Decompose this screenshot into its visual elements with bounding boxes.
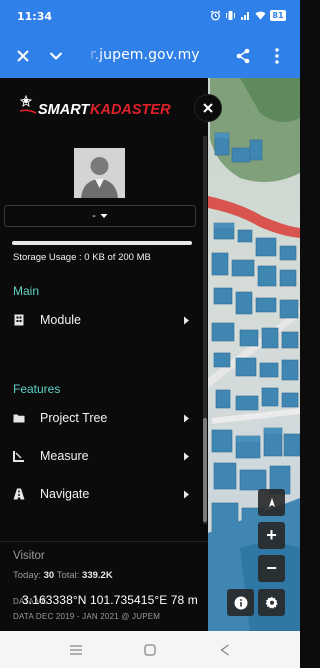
storage-usage-text: Storage Usage : 0 KB of 200 MB — [13, 252, 151, 263]
alarm-icon — [210, 10, 221, 21]
menu-item-label: Project Tree — [40, 411, 108, 425]
caret-down-icon — [100, 214, 108, 218]
more-menu-button[interactable] — [262, 41, 292, 71]
measure-icon — [13, 450, 25, 462]
signal-icon — [240, 10, 251, 21]
back-icon — [220, 644, 229, 656]
recent-apps-icon — [70, 645, 82, 655]
info-button[interactable] — [227, 589, 254, 616]
info-icon — [234, 596, 247, 609]
battery-icon: 81 — [270, 10, 286, 21]
wifi-icon — [255, 10, 266, 21]
settings-button[interactable] — [258, 589, 285, 616]
compass-button[interactable] — [258, 489, 285, 516]
url-fade — [86, 44, 102, 68]
status-icons: 81 — [210, 10, 286, 21]
user-dropdown-value: - — [92, 210, 96, 222]
compass-icon — [268, 497, 275, 507]
url-text[interactable]: r.jupem.gov.my — [90, 47, 200, 63]
storage-usage-bar — [12, 241, 192, 245]
browser-toolbar: r.jupem.gov.my — [0, 34, 300, 78]
section-title-features: Features — [13, 382, 61, 396]
close-icon — [203, 103, 213, 113]
share-button[interactable] — [228, 41, 258, 71]
status-time: 11:34 — [17, 10, 53, 23]
close-icon — [17, 50, 29, 62]
chevron-right-icon — [184, 490, 189, 498]
user-dropdown[interactable]: - — [4, 205, 196, 227]
navigate-icon — [13, 488, 25, 500]
visitor-total-label: Total: — [56, 570, 80, 581]
folder-icon — [13, 412, 25, 424]
share-icon — [236, 48, 250, 64]
svg-text:SMART: SMART — [38, 102, 90, 118]
menu-item-module[interactable]: Module — [0, 306, 200, 334]
logo-star-icon — [19, 94, 37, 114]
more-vertical-icon — [275, 48, 279, 64]
module-icon — [13, 314, 25, 326]
menu-item-label: Navigate — [40, 487, 90, 501]
visitor-today-value: 30 — [43, 570, 55, 581]
back-button[interactable] — [216, 641, 234, 659]
zoom-in-button[interactable]: + — [258, 522, 285, 549]
visitor-divider — [0, 541, 208, 542]
settings-icon — [265, 596, 278, 609]
menu-item-navigate[interactable]: Navigate — [0, 480, 200, 508]
side-drawer: SMART KADASTER - Storage Usage : 0 KB of… — [0, 78, 208, 631]
visitor-total-value: 339.2K — [82, 570, 113, 581]
menu-item-measure[interactable]: Measure — [0, 442, 200, 470]
coordinate-readout: 3.163338°N 101.735415°E 78 m — [22, 593, 198, 607]
menu-item-label: Module — [40, 313, 81, 327]
visitor-stats: Today: 30 Total: 339.2K — [13, 570, 113, 581]
visitor-today-label: Today: — [13, 570, 41, 581]
drawer-scrollbar-thumb[interactable] — [203, 418, 207, 522]
section-title-main: Main — [13, 284, 40, 298]
chevron-right-icon — [184, 414, 189, 422]
status-bar: 11:34 81 — [0, 0, 300, 34]
home-button[interactable] — [141, 641, 159, 659]
vibrate-icon — [225, 10, 236, 21]
chevron-down-icon — [49, 52, 63, 60]
chevron-right-icon — [184, 316, 189, 324]
close-drawer-button[interactable] — [194, 94, 222, 122]
smart-kadaster-logo: SMART KADASTER — [18, 94, 188, 121]
recent-apps-button[interactable] — [67, 641, 85, 659]
data-date-line: DATA DEC 2019 - JAN 2021 @ JUPEM — [13, 612, 161, 621]
menu-item-project-tree[interactable]: Project Tree — [0, 404, 200, 432]
android-nav-bar — [0, 631, 300, 668]
svg-text:KADASTER: KADASTER — [90, 102, 171, 118]
user-avatar[interactable] — [74, 148, 125, 198]
zoom-out-button[interactable]: − — [258, 555, 285, 582]
close-tab-button[interactable] — [8, 41, 38, 71]
visitor-title: Visitor — [13, 550, 45, 562]
chevron-right-icon — [184, 452, 189, 460]
home-icon — [144, 644, 156, 656]
menu-item-label: Measure — [40, 449, 89, 463]
expand-button[interactable] — [41, 41, 71, 71]
